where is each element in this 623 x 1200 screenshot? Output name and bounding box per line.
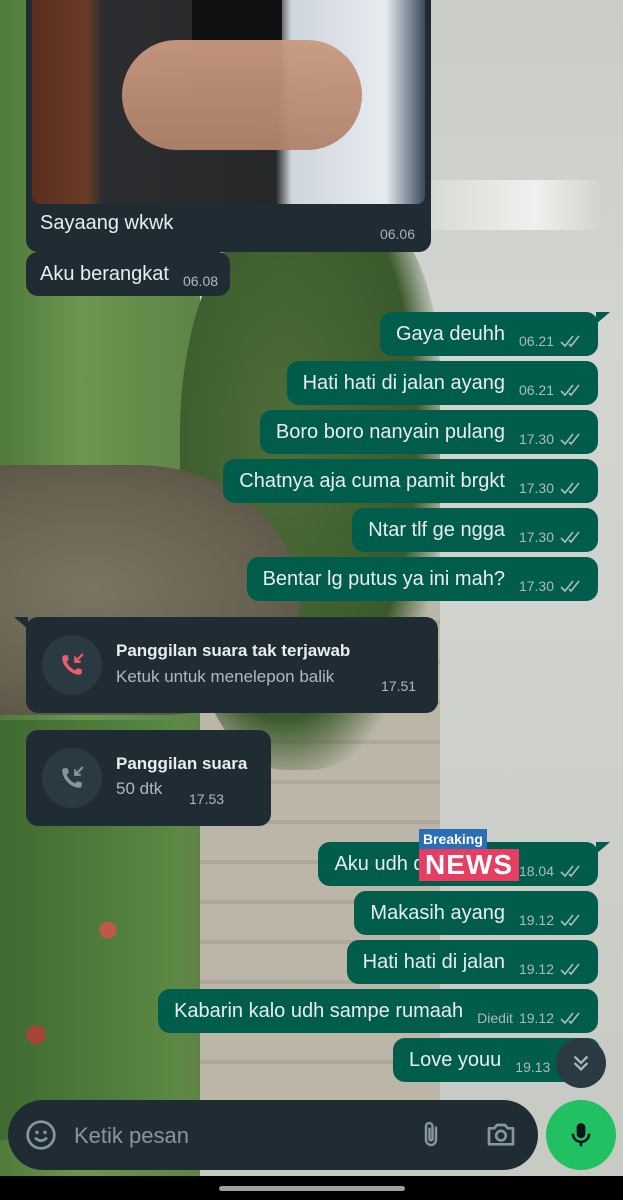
message-time: 17.30 bbox=[518, 578, 554, 594]
message-text: Love youu bbox=[409, 1048, 502, 1071]
message-text: Boro boro nanyain pulang bbox=[275, 420, 505, 443]
call-title: Panggilan suara bbox=[116, 754, 248, 773]
double-check-icon bbox=[560, 865, 580, 878]
bubble-tail bbox=[596, 312, 610, 324]
double-check-icon bbox=[560, 1012, 580, 1025]
double-check-icon bbox=[560, 531, 580, 544]
double-chevron-down-icon bbox=[573, 1055, 589, 1071]
outgoing-message[interactable]: Gaya deuhh 06.21 bbox=[379, 312, 598, 356]
double-check-icon bbox=[560, 335, 580, 348]
missed-call-icon bbox=[62, 653, 84, 675]
home-gesture-handle[interactable] bbox=[219, 1186, 405, 1191]
message-time: 19.12 bbox=[518, 912, 554, 928]
voice-call-message[interactable]: Panggilan suara 50 dtk 17.53 bbox=[26, 730, 271, 826]
edited-label: Diedit bbox=[477, 1010, 513, 1026]
message-text: Ntar tlf ge ngga bbox=[368, 518, 505, 541]
scroll-to-bottom-button[interactable] bbox=[556, 1038, 606, 1088]
attach-button[interactable] bbox=[414, 1118, 448, 1152]
message-photo[interactable] bbox=[32, 0, 425, 204]
outgoing-message[interactable]: Bentar lg putus ya ini mah? 17.30 bbox=[246, 557, 598, 601]
call-icon-circle bbox=[42, 748, 102, 808]
message-time: 17.30 bbox=[518, 480, 554, 496]
message-text: Bentar lg putus ya ini mah? bbox=[262, 567, 505, 590]
emoji-icon bbox=[26, 1120, 56, 1150]
message-text: Makasih ayang bbox=[370, 901, 505, 924]
message-text: Aku berangkat bbox=[40, 262, 169, 285]
message-time: 18.04 bbox=[518, 863, 554, 879]
message-time: 06.06 bbox=[379, 226, 415, 242]
message-time: 19.13 bbox=[515, 1059, 551, 1075]
sticker-bottom-text: NEWS bbox=[419, 849, 519, 881]
outgoing-message[interactable]: Boro boro nanyain pulang 17.30 bbox=[259, 410, 598, 454]
outgoing-message[interactable]: Chatnya aja cuma pamit brgkt 17.30 bbox=[223, 459, 598, 503]
paperclip-icon bbox=[424, 1121, 438, 1147]
call-icon-circle bbox=[42, 635, 102, 695]
message-time: 17.30 bbox=[518, 529, 554, 545]
double-check-icon bbox=[560, 482, 580, 495]
message-time: 06.21 bbox=[518, 333, 554, 349]
message-text: Gaya deuhh bbox=[395, 322, 505, 345]
message-text: Hati hati di jalan bbox=[362, 950, 505, 973]
breaking-news-sticker: Breaking NEWS bbox=[415, 829, 519, 881]
bubble-tail bbox=[596, 842, 610, 854]
message-time: 06.08 bbox=[182, 273, 219, 289]
missed-call-message[interactable]: Panggilan suara tak terjawab Ketuk untuk… bbox=[26, 617, 438, 713]
message-time: 17.30 bbox=[518, 431, 554, 447]
message-time: 19.12 bbox=[518, 961, 554, 977]
voice-record-button[interactable] bbox=[546, 1100, 616, 1170]
message-time: 06.21 bbox=[518, 382, 554, 398]
message-text: Hati hati di jalan ayang bbox=[302, 371, 505, 394]
incoming-message[interactable]: Aku berangkat 06.08 bbox=[26, 252, 231, 296]
camera-icon bbox=[487, 1123, 515, 1146]
image-message[interactable]: Sayaang wkwk 06.06 bbox=[26, 0, 431, 252]
incoming-call-icon bbox=[62, 766, 84, 788]
call-subtitle: Ketuk untuk menelepon balik bbox=[116, 667, 335, 686]
message-time: 17.51 bbox=[381, 678, 417, 694]
double-check-icon bbox=[560, 580, 580, 593]
outgoing-message[interactable]: Kabarin kalo udh sampe rumaah Diedit 19.1… bbox=[158, 989, 598, 1033]
message-time: 17.53 bbox=[189, 791, 225, 807]
outgoing-message[interactable]: Ntar tlf ge ngga 17.30 bbox=[352, 508, 598, 552]
image-caption: Sayaang wkwk bbox=[40, 212, 174, 234]
double-check-icon bbox=[560, 433, 580, 446]
message-input[interactable] bbox=[72, 1116, 396, 1156]
system-navigation-bar bbox=[0, 1176, 623, 1200]
camera-button[interactable] bbox=[484, 1118, 518, 1152]
outgoing-message[interactable]: Hati hati di jalan 19.12 bbox=[346, 940, 598, 984]
message-time: 19.12 bbox=[518, 1010, 554, 1026]
wallpaper-monument bbox=[430, 180, 605, 230]
emoji-button[interactable] bbox=[24, 1118, 58, 1152]
message-text: Kabarin kalo udh sampe rumaah bbox=[174, 999, 464, 1022]
message-text: Chatnya aja cuma pamit brgkt bbox=[239, 469, 505, 492]
message-composer bbox=[8, 1100, 538, 1170]
sticker-top-text: Breaking bbox=[419, 829, 487, 849]
photo-hand bbox=[122, 40, 362, 150]
double-check-icon bbox=[560, 384, 580, 397]
outgoing-message[interactable]: Hati hati di jalan ayang 06.21 bbox=[286, 361, 598, 405]
outgoing-message[interactable]: Makasih ayang 19.12 bbox=[354, 891, 598, 935]
double-check-icon bbox=[560, 963, 580, 976]
call-duration: 50 dtk bbox=[116, 779, 163, 798]
double-check-icon bbox=[560, 914, 580, 927]
mic-icon bbox=[571, 1123, 591, 1147]
call-title: Panggilan suara tak terjawab bbox=[116, 641, 351, 660]
